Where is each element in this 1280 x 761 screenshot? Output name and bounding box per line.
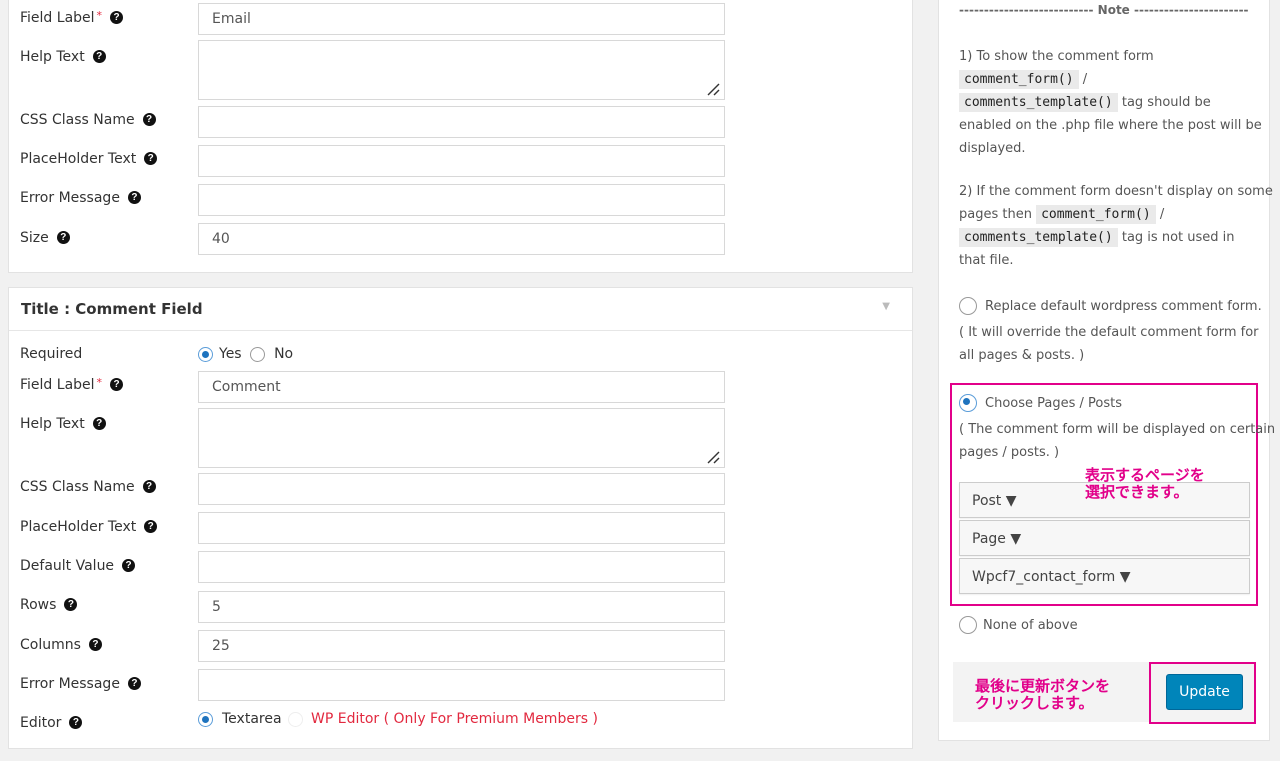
size-input[interactable]: 40 <box>198 223 725 255</box>
help-text-textarea[interactable] <box>198 40 725 100</box>
panel-title: Title : Comment Field <box>21 300 203 318</box>
cf7-select-button[interactable]: Wpcf7_contact_form ▼ <box>959 558 1250 594</box>
note-1: 1) To show the comment form comment_form… <box>959 49 1262 156</box>
none-radio[interactable] <box>959 616 977 634</box>
resize-grip-icon[interactable] <box>706 82 720 96</box>
required-mark: * <box>96 376 103 389</box>
help-icon[interactable]: ? <box>88 638 102 651</box>
default-value-label: Default Value? <box>20 558 136 574</box>
default-value-input[interactable] <box>198 551 725 583</box>
help-icon[interactable]: ? <box>92 417 106 430</box>
help-icon[interactable]: ? <box>56 231 70 244</box>
required-yes-radio[interactable] <box>198 346 213 362</box>
placeholder-input[interactable] <box>198 512 725 544</box>
field-label-label: Field Label *? <box>20 9 124 26</box>
note-2: 2) If the comment form doesn't display o… <box>959 184 1273 268</box>
css-class-input[interactable] <box>198 473 725 505</box>
error-message-label: Error Message? <box>20 190 141 206</box>
help-icon[interactable]: ? <box>110 378 124 391</box>
required-no-radio[interactable] <box>250 346 266 362</box>
error-message-label: Error Message? <box>20 676 141 692</box>
option-choose[interactable]: Choose Pages / Posts <box>959 394 1122 412</box>
help-icon[interactable]: ? <box>92 50 106 63</box>
annotation-update: 最後に更新ボタンを クリックします。 <box>975 677 1111 712</box>
css-class-label: CSS Class Name? <box>20 479 156 495</box>
collapse-arrow-icon[interactable]: ▼ <box>882 301 890 312</box>
resize-grip-icon[interactable] <box>706 450 720 464</box>
help-icon[interactable]: ? <box>144 520 158 533</box>
placeholder-label: PlaceHolder Text? <box>20 519 158 535</box>
help-icon[interactable]: ? <box>122 559 136 572</box>
help-text-textarea[interactable] <box>198 408 725 468</box>
placeholder-input[interactable] <box>198 145 725 177</box>
update-button[interactable]: Update <box>1166 674 1243 710</box>
rows-label: Rows? <box>20 597 78 613</box>
help-icon[interactable]: ? <box>127 677 141 690</box>
editor-radio-group: Textarea WP Editor ( Only For Premium Me… <box>198 711 598 727</box>
replace-radio[interactable] <box>959 297 977 315</box>
error-message-input[interactable] <box>198 184 725 216</box>
replace-description: ( It will override the default comment f… <box>959 325 1259 363</box>
choose-description: ( The comment form will be displayed on … <box>959 422 1276 460</box>
required-radio-group: Yes No <box>198 346 293 362</box>
page-select-button[interactable]: Page ▼ <box>959 520 1250 556</box>
field-label-input[interactable]: Email <box>198 3 725 35</box>
editor-wp-radio[interactable] <box>288 711 303 727</box>
help-icon[interactable]: ? <box>64 598 78 611</box>
help-icon[interactable]: ? <box>142 480 156 493</box>
css-class-input[interactable] <box>198 106 725 138</box>
help-icon[interactable]: ? <box>127 191 141 204</box>
help-text-label: Help Text? <box>20 49 106 65</box>
help-text-label: Help Text? <box>20 416 106 432</box>
annotation-select-pages: 表示するページを 選択できます。 <box>1085 466 1205 501</box>
editor-label: Editor? <box>20 715 83 731</box>
option-none[interactable]: None of above <box>959 616 1078 634</box>
choose-radio[interactable] <box>959 394 977 412</box>
help-icon[interactable]: ? <box>142 113 156 126</box>
note-header: --------------------------- Note -------… <box>959 3 1249 17</box>
required-mark: * <box>96 9 103 22</box>
option-replace[interactable]: Replace default wordpress comment form. <box>959 297 1262 315</box>
size-label: Size? <box>20 230 70 246</box>
help-icon[interactable]: ? <box>69 716 83 729</box>
css-class-label: CSS Class Name? <box>20 112 156 128</box>
help-icon[interactable]: ? <box>110 11 124 24</box>
columns-input[interactable]: 25 <box>198 630 725 662</box>
field-label-input[interactable]: Comment <box>198 371 725 403</box>
columns-label: Columns? <box>20 637 102 653</box>
rows-input[interactable]: 5 <box>198 591 725 623</box>
required-label: Required <box>20 346 83 362</box>
placeholder-label: PlaceHolder Text? <box>20 151 158 167</box>
error-message-input[interactable] <box>198 669 725 701</box>
panel-header[interactable]: Title : Comment Field ▼ <box>9 288 912 331</box>
help-icon[interactable]: ? <box>144 152 158 165</box>
field-label-label: Field Label *? <box>20 376 124 393</box>
editor-textarea-radio[interactable] <box>198 711 213 727</box>
